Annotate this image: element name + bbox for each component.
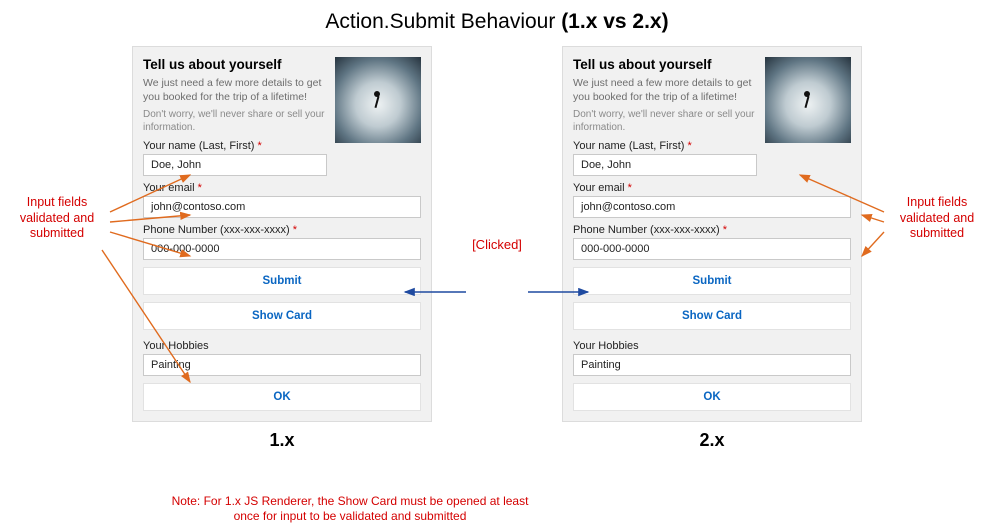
title-prefix: Action.Submit Behaviour — [325, 10, 561, 33]
card-header-text: Tell us about yourself We just need a fe… — [573, 57, 757, 176]
card-subtitle: We just need a few more details to get y… — [573, 77, 757, 104]
card-subtitle: We just need a few more details to get y… — [143, 77, 327, 104]
hobbies-label: Your Hobbies — [143, 340, 421, 352]
phone-label: Phone Number (xxx-xxx-xxxx) * — [143, 224, 421, 236]
showcard-button[interactable]: Show Card — [573, 302, 851, 330]
email-label-text: Your email — [573, 182, 625, 194]
phone-label-text: Phone Number (xxx-xxx-xxxx) — [573, 224, 720, 236]
phone-input[interactable]: 000-000-0000 — [143, 238, 421, 260]
annotation-left: Input fields validated and submitted — [2, 195, 112, 242]
name-label: Your name (Last, First) * — [143, 140, 327, 152]
card-2x-wrap: Tell us about yourself We just need a fe… — [562, 46, 862, 451]
name-label-text: Your name (Last, First) — [143, 140, 254, 152]
hobbies-input[interactable]: Painting — [143, 354, 421, 376]
card-1x-wrap: Tell us about yourself We just need a fe… — [132, 46, 432, 451]
phone-input[interactable]: 000-000-0000 — [573, 238, 851, 260]
required-marker: * — [198, 182, 202, 194]
version-2x-label: 2.x — [562, 430, 862, 451]
version-1x-label: 1.x — [132, 430, 432, 451]
required-marker: * — [258, 140, 262, 152]
hobbies-label: Your Hobbies — [573, 340, 851, 352]
name-input[interactable]: Doe, John — [143, 154, 327, 176]
page-title: Action.Submit Behaviour (1.x vs 2.x) — [8, 10, 986, 34]
showcard-button[interactable]: Show Card — [143, 302, 421, 330]
phone-label-text: Phone Number (xxx-xxx-xxxx) — [143, 224, 290, 236]
name-label: Your name (Last, First) * — [573, 140, 757, 152]
card-1x: Tell us about yourself We just need a fe… — [132, 46, 432, 422]
card-header: Tell us about yourself We just need a fe… — [573, 57, 851, 176]
email-label: Your email * — [573, 182, 851, 194]
email-label-text: Your email — [143, 182, 195, 194]
card-privacy-note: Don't worry, we'll never share or sell y… — [573, 108, 757, 134]
hobbies-input[interactable]: Painting — [573, 354, 851, 376]
footnote: Note: For 1.x JS Renderer, the Show Card… — [170, 494, 530, 524]
required-marker: * — [688, 140, 692, 152]
email-input[interactable]: john@contoso.com — [143, 196, 421, 218]
ok-button[interactable]: OK — [573, 383, 851, 411]
submit-button[interactable]: Submit — [143, 267, 421, 295]
clicked-annotation: [Clicked] — [472, 237, 522, 252]
ok-button[interactable]: OK — [143, 383, 421, 411]
card-header: Tell us about yourself We just need a fe… — [143, 57, 421, 176]
card-header-text: Tell us about yourself We just need a fe… — [143, 57, 327, 176]
card-privacy-note: Don't worry, we'll never share or sell y… — [143, 108, 327, 134]
card-2x: Tell us about yourself We just need a fe… — [562, 46, 862, 422]
title-bold: (1.x vs 2.x) — [561, 10, 668, 33]
card-title: Tell us about yourself — [143, 57, 327, 72]
card-title: Tell us about yourself — [573, 57, 757, 72]
submit-button[interactable]: Submit — [573, 267, 851, 295]
diver-image — [335, 57, 421, 143]
email-label: Your email * — [143, 182, 421, 194]
email-input[interactable]: john@contoso.com — [573, 196, 851, 218]
name-input[interactable]: Doe, John — [573, 154, 757, 176]
annotation-right: Input fields validated and submitted — [882, 195, 992, 242]
required-marker: * — [723, 224, 727, 236]
name-label-text: Your name (Last, First) — [573, 140, 684, 152]
phone-label: Phone Number (xxx-xxx-xxxx) * — [573, 224, 851, 236]
required-marker: * — [293, 224, 297, 236]
diver-image — [765, 57, 851, 143]
required-marker: * — [628, 182, 632, 194]
